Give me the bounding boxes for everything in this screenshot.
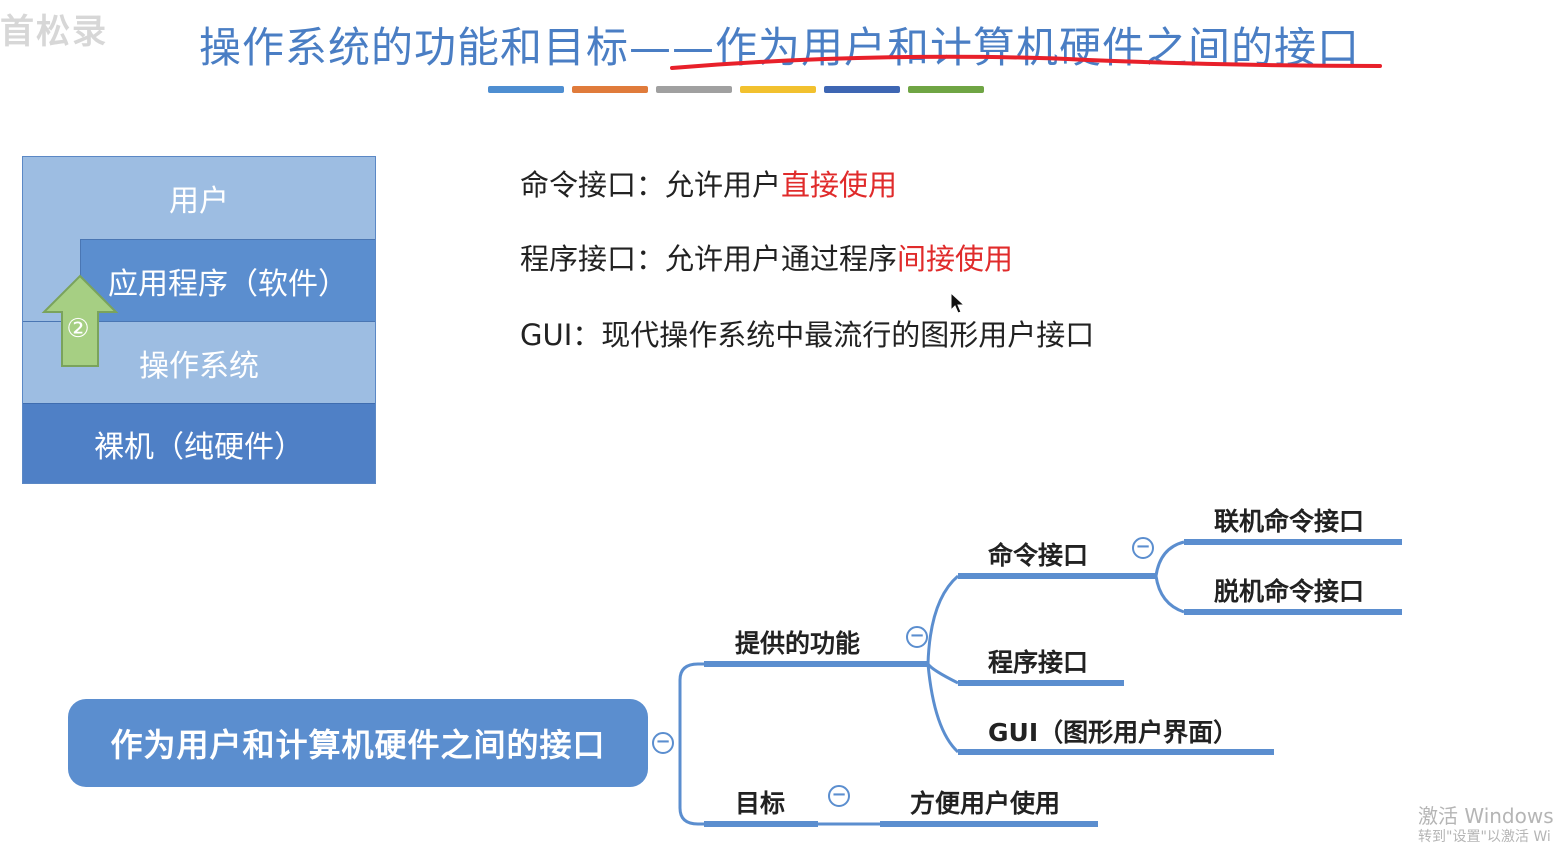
windows-activation-title: 激活 Windows (1418, 804, 1554, 828)
windows-activation-subtitle: 转到"设置"以激活 Wi (1418, 829, 1551, 845)
mindmap-node-convenient-underline (880, 821, 1098, 827)
mindmap-node-convenient-use[interactable]: 方便用户使用 (910, 784, 1060, 820)
goal-connector (818, 822, 880, 826)
